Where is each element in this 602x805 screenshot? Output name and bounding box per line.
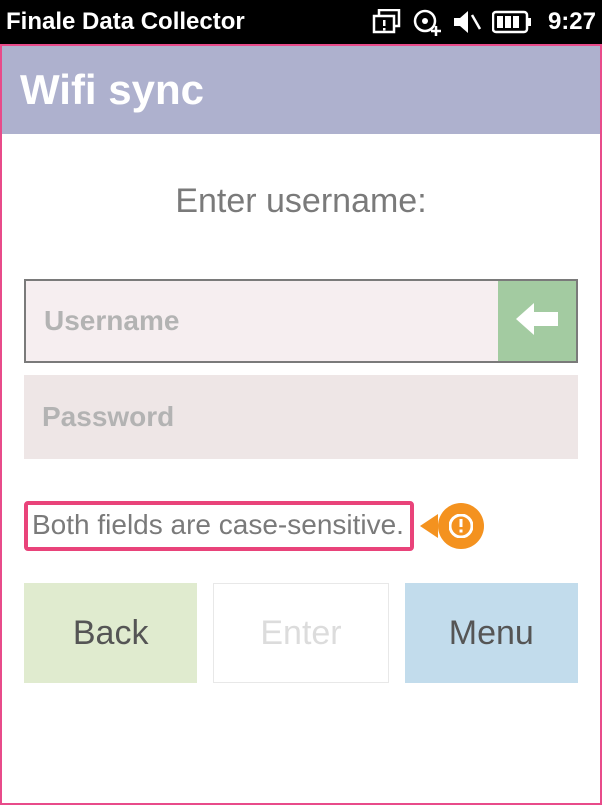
prompt-label: Enter username: [24,182,578,221]
status-bar: Finale Data Collector [0,0,602,44]
app-title: Finale Data Collector [6,8,372,36]
alert-icon [438,503,484,549]
windows-icon [372,9,402,35]
enter-button[interactable]: Enter [213,583,388,683]
volume-icon [452,9,482,35]
status-icons: 9:27 [372,8,596,36]
page-title: Wifi sync [2,46,600,134]
button-row: Back Enter Menu [2,583,600,683]
clear-username-button[interactable] [498,281,576,361]
clock: 9:27 [548,8,596,36]
battery-icon [492,10,532,34]
username-row [24,279,578,363]
sync-icon [412,8,442,36]
username-input[interactable] [26,281,498,361]
back-button[interactable]: Back [24,583,197,683]
password-row [24,375,578,459]
arrow-left-icon [514,299,560,344]
password-input[interactable] [24,375,578,459]
callout: Both fields are case-sensitive. [24,501,578,551]
callout-text: Both fields are case-sensitive. [24,501,414,551]
menu-button[interactable]: Menu [405,583,578,683]
callout-connector [420,514,438,538]
app-frame: Wifi sync Enter username: Both fields ar… [0,44,602,805]
